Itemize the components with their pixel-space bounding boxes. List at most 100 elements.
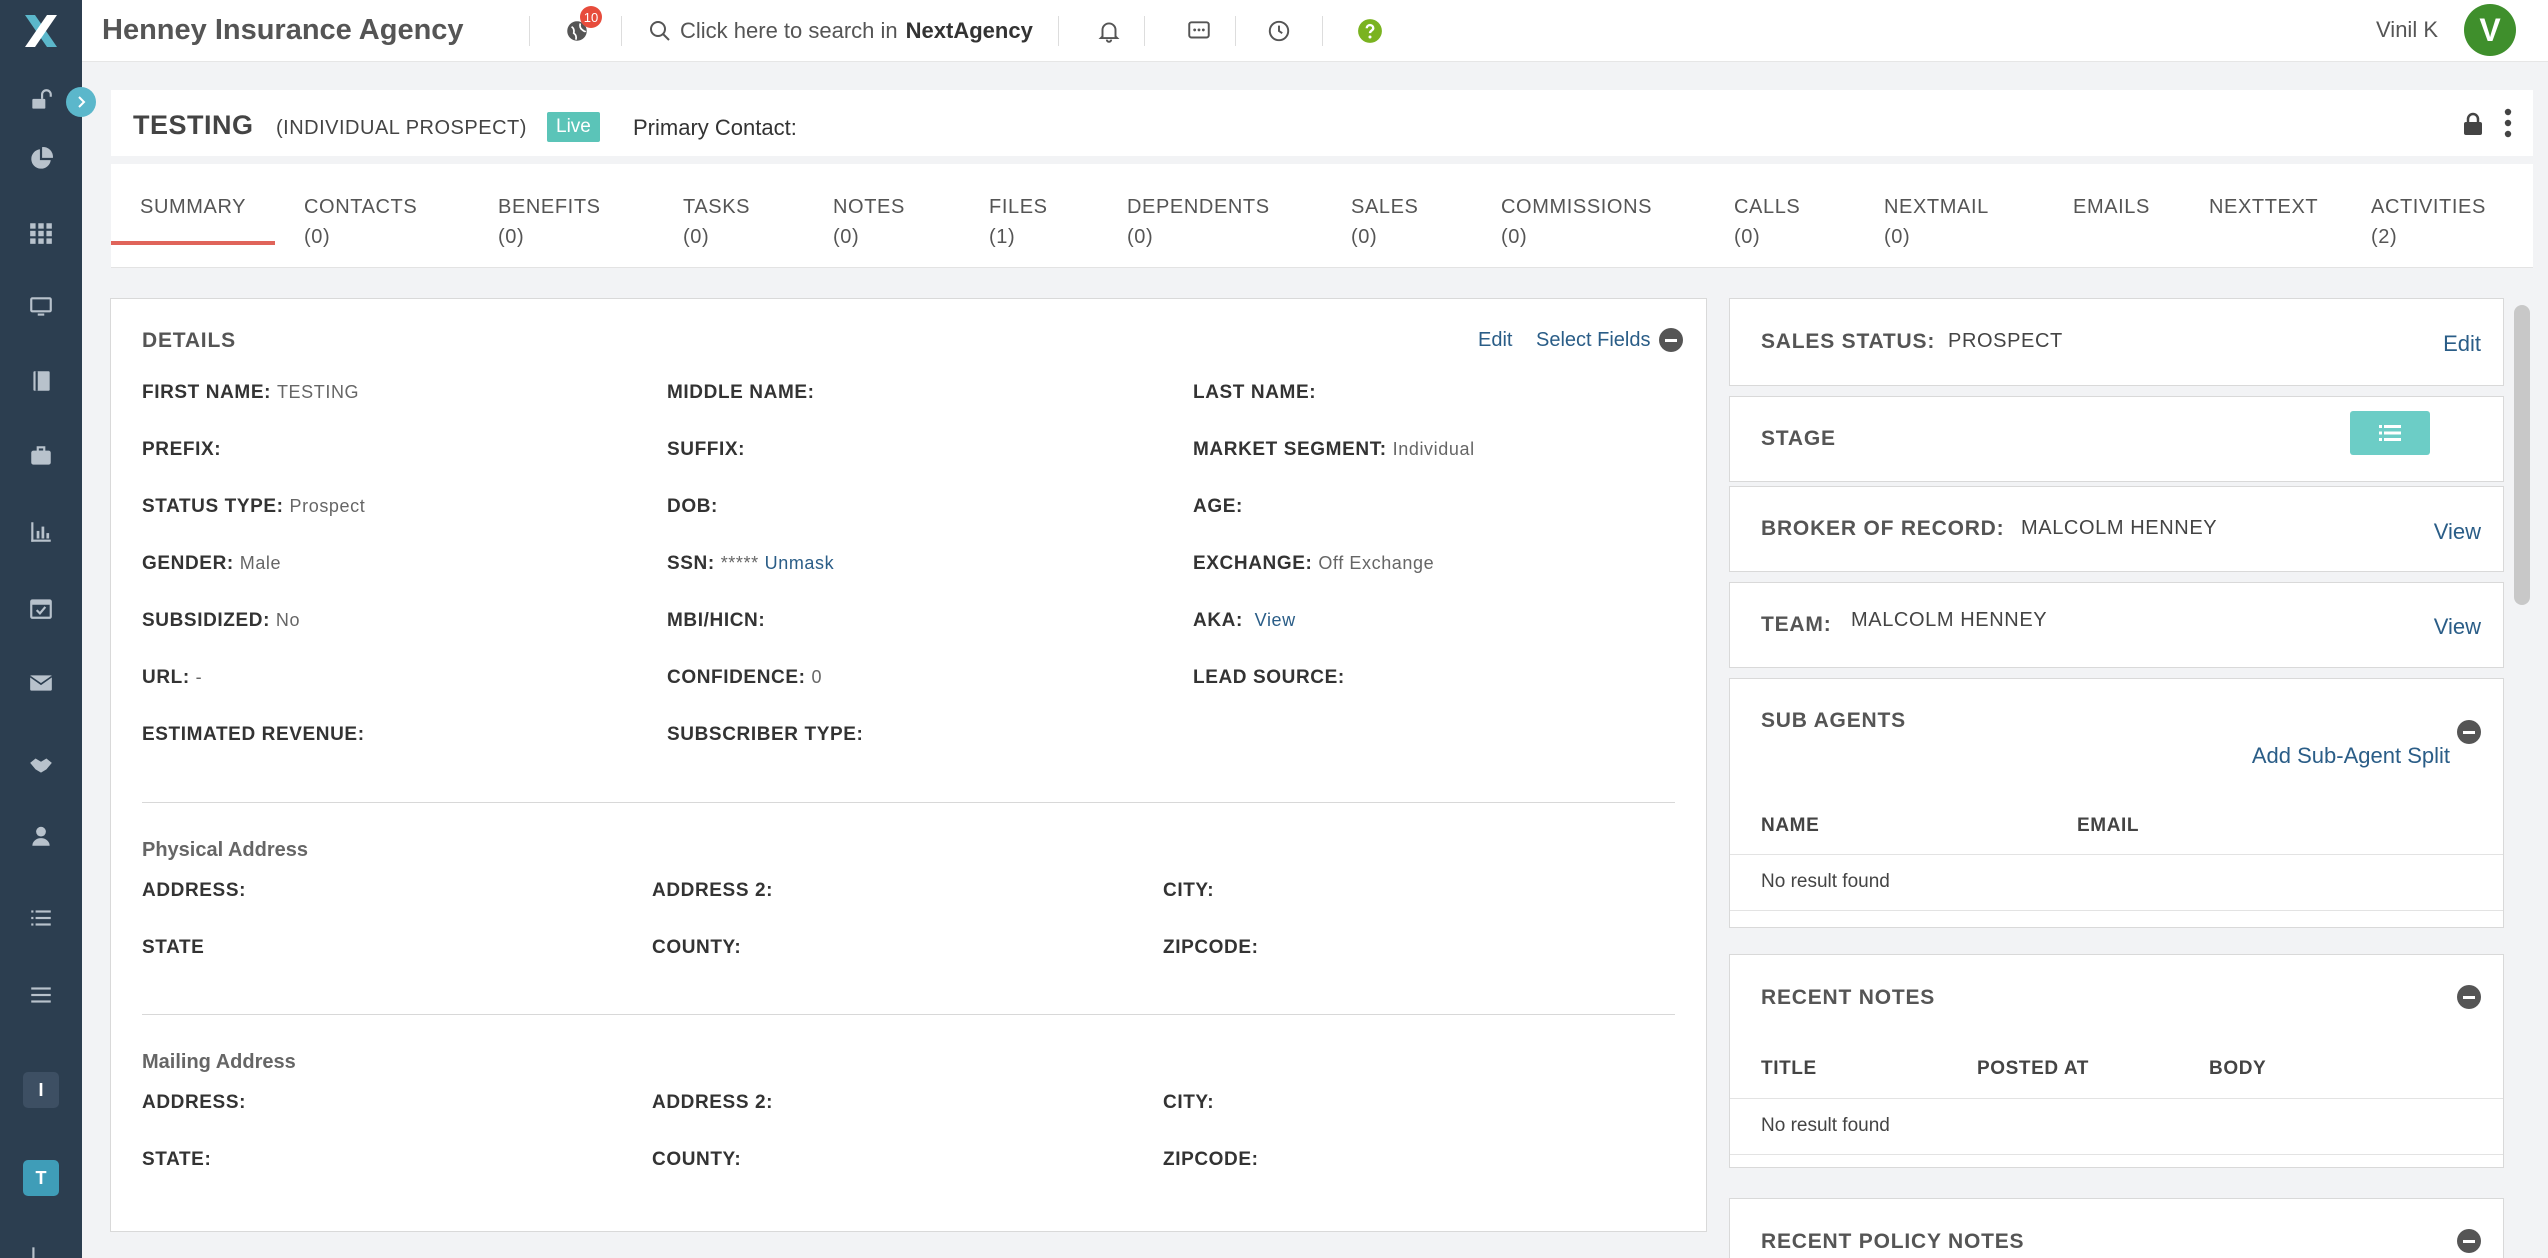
search-brand: NextAgency — [905, 18, 1033, 43]
subscriber-type-field: SUBSCRIBER TYPE: — [667, 724, 864, 745]
details-edit-link[interactable]: Edit — [1478, 329, 1512, 352]
recent-notes-label: RECENT NOTES — [1761, 986, 1936, 1009]
grid-icon[interactable] — [13, 205, 69, 261]
more-options-icon[interactable] — [2503, 108, 2513, 138]
tab-commissions[interactable]: COMMISSIONS (0) — [1501, 192, 1652, 252]
divider — [621, 16, 622, 46]
gender-field: GENDER: Male — [142, 553, 282, 574]
column-header-name: NAME — [1761, 815, 1820, 836]
mbi-hicn-field: MBI/HICN: — [667, 610, 766, 631]
physical-county-field: COUNTY: — [652, 937, 742, 958]
recent-policy-notes-label: RECENT POLICY NOTES — [1761, 1230, 2025, 1253]
broker-view-link[interactable]: View — [2434, 519, 2481, 545]
minus-icon — [2463, 1239, 2475, 1243]
bar-chart-icon[interactable] — [13, 504, 69, 560]
workspace-t-button[interactable]: T — [23, 1160, 59, 1196]
team-value: MALCOLM HENNEY — [1851, 609, 2048, 631]
stage-panel: STAGE — [1729, 396, 2504, 482]
book-icon[interactable] — [13, 353, 69, 409]
user-icon[interactable] — [13, 808, 69, 864]
collapse-recent-policy-notes-button[interactable] — [2457, 1229, 2481, 1253]
briefcase-icon[interactable] — [13, 428, 69, 484]
envelope-icon[interactable] — [13, 655, 69, 711]
help-button[interactable] — [1353, 14, 1387, 48]
handshake-icon[interactable] — [13, 737, 69, 793]
search-icon — [650, 21, 670, 41]
physical-address-heading: Physical Address — [142, 839, 309, 861]
lock-icon[interactable] — [2463, 112, 2483, 136]
mailing-county-field: COUNTY: — [652, 1149, 742, 1170]
aka-field: AKA: View — [1193, 610, 1296, 631]
collapse-sub-agents-button[interactable] — [2457, 720, 2481, 744]
messages-button[interactable] — [1182, 14, 1216, 48]
calendar-check-icon[interactable] — [13, 580, 69, 636]
timer-button[interactable] — [1262, 14, 1296, 48]
nextagency-logo[interactable] — [0, 0, 82, 62]
unlock-icon[interactable] — [13, 72, 69, 128]
tab-dependents[interactable]: DEPENDENTS (0) — [1127, 192, 1270, 252]
minus-icon — [2463, 995, 2475, 999]
tab-files[interactable]: FILES (1) — [989, 192, 1048, 252]
physical-city-field: CITY: — [1163, 880, 1215, 901]
aka-view-link[interactable]: View — [1255, 610, 1296, 630]
collapse-recent-notes-button[interactable] — [2457, 985, 2481, 1009]
monitor-icon[interactable] — [13, 279, 69, 335]
notifications-globe-button[interactable]: 10 — [560, 6, 602, 48]
lead-source-field: LEAD SOURCE: — [1193, 667, 1345, 688]
physical-address2-field: ADDRESS 2: — [652, 880, 774, 901]
active-tab-indicator — [111, 241, 275, 245]
tab-contacts[interactable]: CONTACTS (0) — [304, 192, 417, 252]
add-sub-agent-split-link[interactable]: Add Sub-Agent Split — [2252, 743, 2450, 769]
chevron-right-icon — [78, 96, 86, 108]
workspace-i-button[interactable]: I — [23, 1072, 59, 1108]
sidebar-expand-button[interactable] — [66, 87, 96, 117]
last-name-field: LAST NAME: — [1193, 382, 1317, 403]
tab-nexttext[interactable]: NEXTTEXT — [2209, 192, 2318, 222]
unmask-link[interactable]: Unmask — [765, 553, 835, 573]
empty-result-text: No result found — [1761, 871, 1890, 892]
tab-benefits[interactable]: BENEFITS (0) — [498, 192, 601, 252]
url-field: URL: - — [142, 667, 203, 688]
bottom-chart-icon[interactable] — [13, 1228, 69, 1258]
prefix-field: PREFIX: — [142, 439, 222, 460]
list-icon[interactable] — [13, 890, 69, 946]
menu-icon[interactable] — [13, 967, 69, 1023]
divider — [1322, 16, 1323, 46]
page-scrollbar[interactable] — [2514, 305, 2530, 605]
team-view-link[interactable]: View — [2434, 614, 2481, 640]
tab-activities[interactable]: ACTIVITIES (2) — [2371, 192, 2486, 252]
collapse-details-button[interactable] — [1659, 328, 1683, 352]
sales-status-edit-link[interactable]: Edit — [2443, 331, 2481, 357]
divider — [1144, 16, 1145, 46]
primary-contact-label: Primary Contact: — [633, 115, 797, 140]
ssn-field: SSN: ***** Unmask — [667, 553, 835, 574]
tab-emails[interactable]: EMAILS — [2073, 192, 2150, 222]
bell-button[interactable] — [1092, 14, 1126, 48]
pie-chart-icon[interactable] — [13, 131, 69, 187]
subsidized-field: SUBSIDIZED: No — [142, 610, 301, 631]
column-header-title: TITLE — [1761, 1058, 1817, 1079]
suffix-field: SUFFIX: — [667, 439, 746, 460]
tab-notes[interactable]: NOTES (0) — [833, 192, 905, 252]
tab-calls[interactable]: CALLS (0) — [1734, 192, 1800, 252]
age-field: AGE: — [1193, 496, 1243, 517]
tab-tasks[interactable]: TASKS (0) — [683, 192, 750, 252]
user-name[interactable]: Vinil K — [2376, 17, 2438, 43]
top-bar: Henney Insurance Agency 10 Click here to… — [82, 0, 2548, 62]
stage-label: STAGE — [1761, 427, 1836, 450]
agency-name: Henney Insurance Agency — [102, 14, 464, 46]
tab-nextmail[interactable]: NEXTMAIL (0) — [1884, 192, 1989, 252]
stage-list-button[interactable] — [2350, 411, 2430, 455]
list-icon — [2379, 425, 2401, 441]
mailing-zipcode-field: ZIPCODE: — [1163, 1149, 1259, 1170]
global-search[interactable]: Click here to search in NextAgency — [648, 14, 1033, 48]
tab-summary[interactable]: SUMMARY — [140, 192, 246, 222]
divider — [142, 802, 1675, 803]
select-fields-link[interactable]: Select Fields — [1536, 329, 1651, 352]
tab-sales[interactable]: SALES (0) — [1351, 192, 1418, 252]
divider — [1730, 1154, 2503, 1155]
details-title: DETAILS — [142, 329, 236, 352]
avatar[interactable]: V — [2464, 4, 2516, 56]
minus-icon — [1665, 338, 1677, 342]
minus-icon — [2463, 730, 2475, 734]
